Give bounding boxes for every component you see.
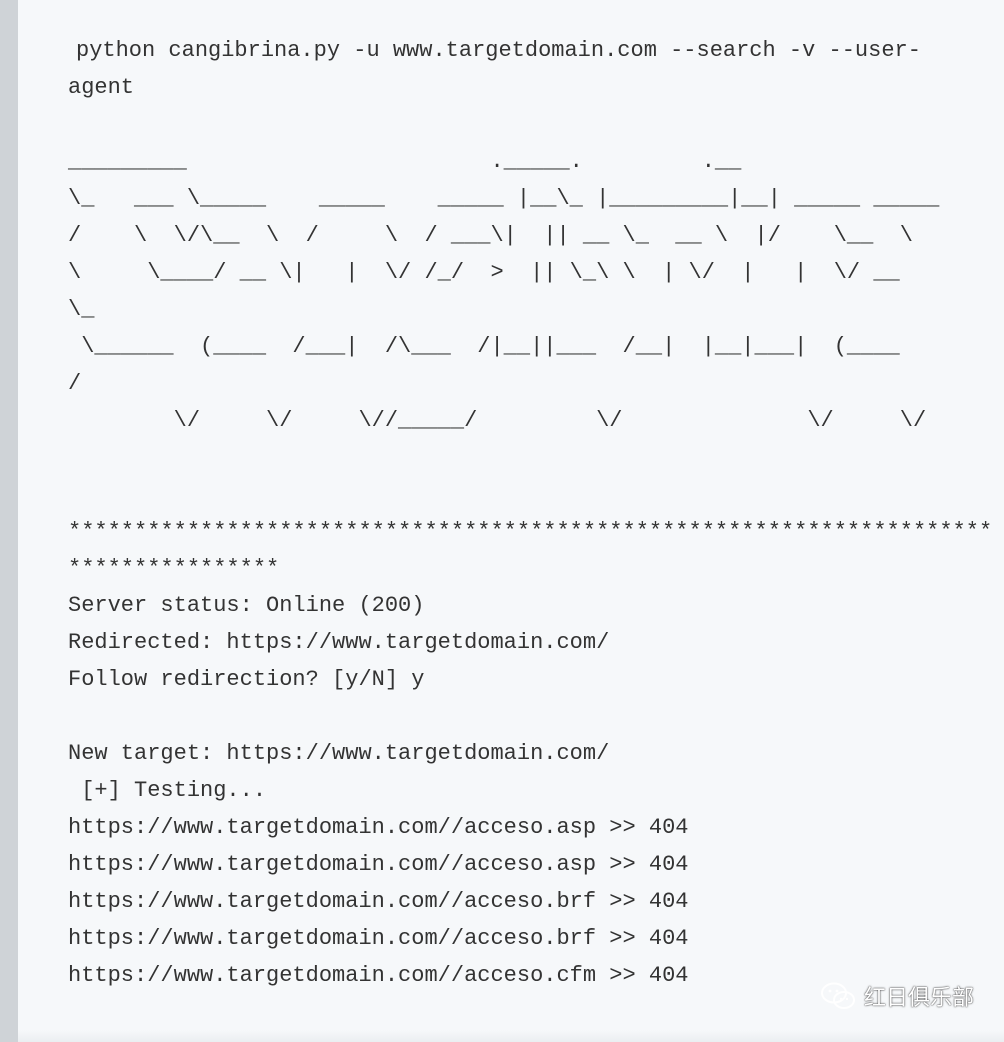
banner-line-6: \______ (____ /___| /\___ /|__||___ /__|… (68, 334, 900, 359)
command-line-1: python cangibrina.py -u www.targetdomain… (76, 38, 921, 63)
banner-line-2: \_ ___ \_____ _____ _____ |__\_ |_______… (68, 186, 940, 211)
code-block: python cangibrina.py -u www.targetdomain… (18, 0, 1004, 1042)
testing-line: [+] Testing... (68, 778, 267, 803)
wechat-logo-icon (820, 982, 855, 1009)
terminal-output: python cangibrina.py -u www.targetdomain… (68, 32, 992, 994)
banner-line-5: \_ (68, 297, 95, 322)
quote-left-bar (0, 0, 18, 1042)
banner-line-4: \ \____/ __ \| | \/ /_/ > || \_\ \ | \/ … (68, 260, 900, 285)
divider-line-1: ****************************************… (68, 519, 993, 544)
watermark-text: 红日俱乐部 (863, 986, 974, 1011)
result-line: https://www.targetdomain.com//acceso.brf… (68, 926, 689, 951)
divider-line-2: **************** (68, 556, 280, 581)
command-line-2: agent (68, 75, 135, 100)
server-status-line: Server status: Online (200) (68, 593, 425, 618)
blank-lines (68, 439, 992, 513)
new-target-line: New target: https://www.targetdomain.com… (68, 741, 610, 766)
banner-line-7: / (68, 371, 82, 396)
bottom-fade (18, 1030, 1004, 1042)
redirected-line: Redirected: https://www.targetdomain.com… (68, 630, 610, 655)
result-line: https://www.targetdomain.com//acceso.asp… (68, 852, 689, 877)
watermark: 红日俱乐部 (820, 980, 974, 1012)
result-line: https://www.targetdomain.com//acceso.asp… (68, 815, 689, 840)
banner-line-1: _________ ._____. .__ (68, 149, 742, 174)
follow-prompt-line: Follow redirection? [y/N] y (68, 667, 425, 692)
banner-line-3: / \ \/\__ \ / \ / ___\| || __ \_ __ \ |/… (68, 223, 913, 248)
result-line: https://www.targetdomain.com//acceso.brf… (68, 889, 689, 914)
banner-line-8: \/ \/ \//_____/ \/ \/ \/ (68, 408, 927, 433)
